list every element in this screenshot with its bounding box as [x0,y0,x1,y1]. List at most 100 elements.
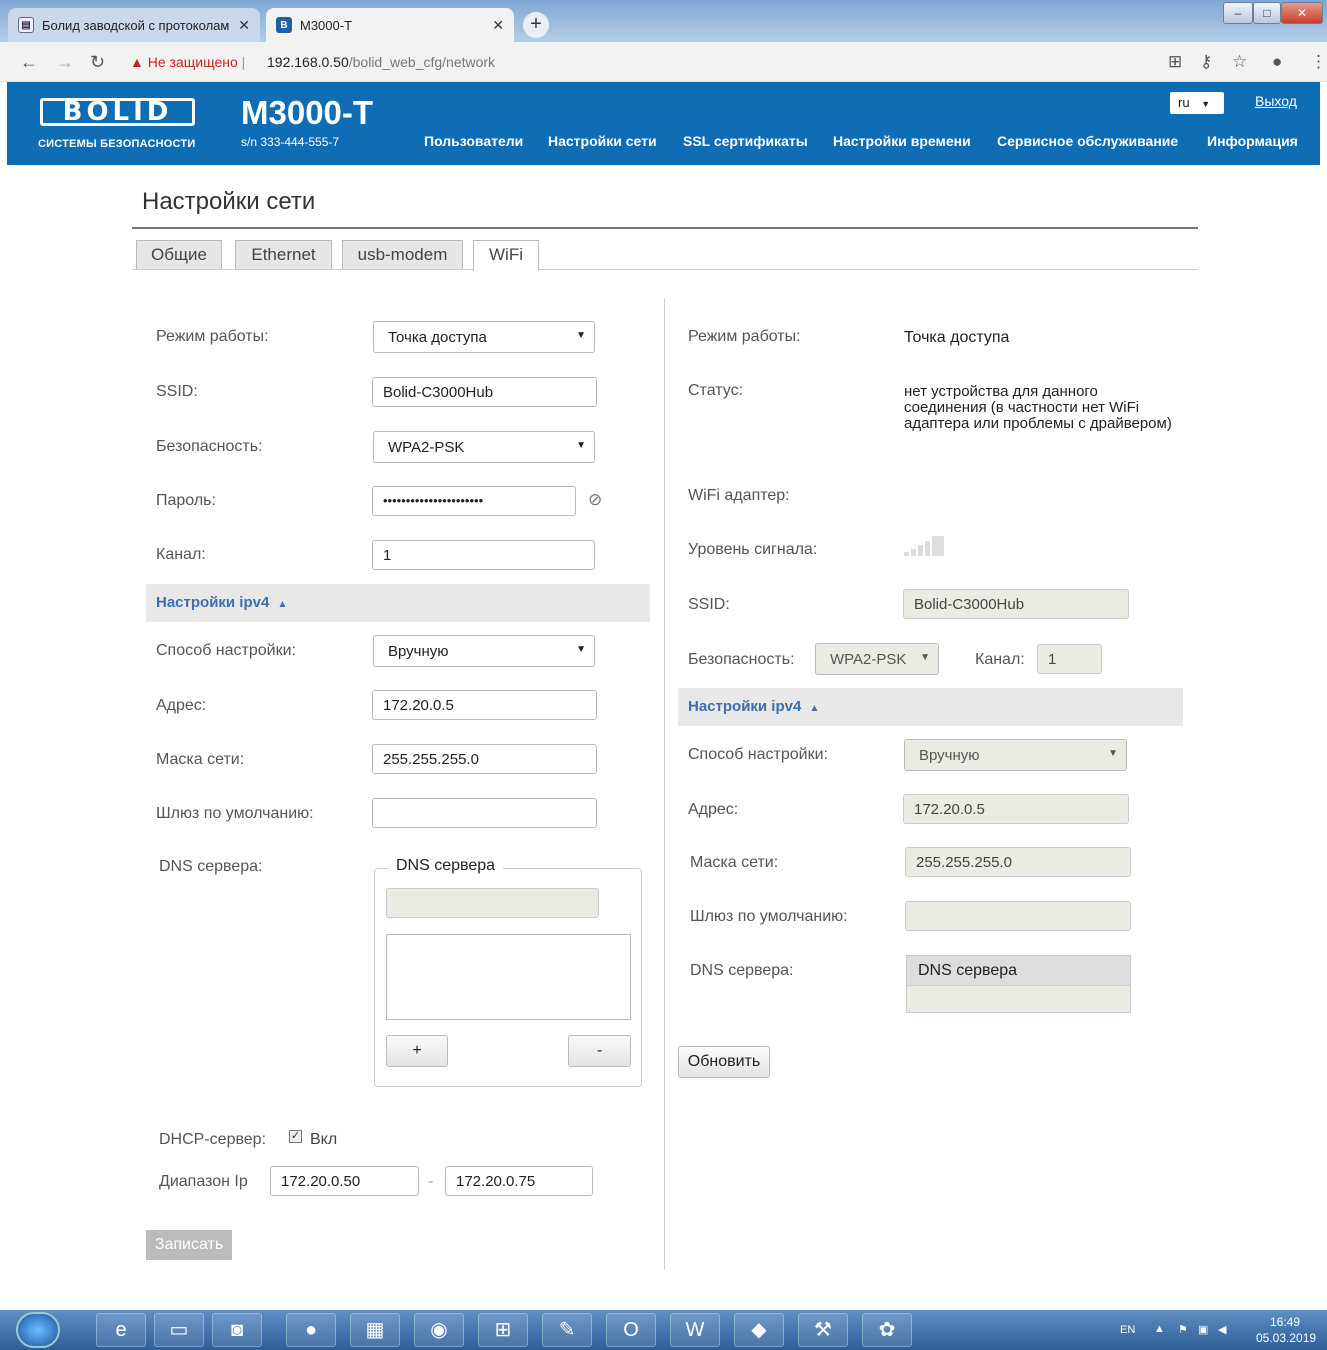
method-value: Вручную [388,643,449,660]
range-to-input[interactable]: 172.20.0.75 [445,1166,593,1196]
back-icon[interactable]: ← [20,52,38,73]
status-mask-label: Маска сети: [690,854,779,871]
bolid-logo[interactable]: BOLID [40,98,195,126]
network-tray-icon[interactable]: ▣ [1198,1323,1208,1336]
mask-label: Маска сети: [156,751,245,768]
mask-input[interactable]: 255.255.255.0 [372,744,597,774]
status-security-label: Безопасность: [688,651,795,668]
ie-icon[interactable]: e [96,1313,146,1347]
security-value: WPA2-PSK [388,439,465,456]
address-input[interactable]: 172.20.0.5 [372,690,597,720]
status-method-value: Вручную [919,747,980,764]
channel-label: Канал: [156,546,206,563]
dns-legend: DNS сервера [388,857,504,875]
clock-date[interactable]: 05.03.2019 [1256,1331,1316,1345]
start-button[interactable] [16,1312,60,1348]
firefox-icon[interactable]: ● [286,1313,336,1347]
password-label: Пароль: [156,492,216,509]
logo-tagline: СИСТЕМЫ БЕЗОПАСНОСТИ [38,138,196,150]
nav-ssl[interactable]: SSL сертификаты [683,133,808,149]
volume-icon[interactable]: ◀ [1218,1323,1226,1336]
flame-app-icon[interactable]: ◆ [734,1313,784,1347]
minimize-icon[interactable]: – [1223,2,1253,24]
tool-icon[interactable]: ⚒ [798,1313,848,1347]
warning-icon: ▲ [130,54,148,70]
outlook-icon[interactable]: O [606,1313,656,1347]
eye-hidden-icon[interactable]: ⊘ [588,490,602,510]
app-icon[interactable]: ✎ [542,1313,592,1347]
method-select[interactable]: Вручную ▼ [373,635,595,667]
nav-info[interactable]: Информация [1207,133,1298,149]
dns-add-button[interactable]: + [386,1035,448,1067]
network-icon[interactable]: ⊞ [478,1313,528,1347]
channel-input[interactable]: 1 [372,540,595,570]
close-window-icon[interactable]: ✕ [1281,2,1323,24]
status-mode-value: Точка доступа [904,329,1010,346]
url-input[interactable]: 192.168.0.50/bolid_web_cfg/network [267,54,495,70]
address-label: Адрес: [156,697,207,714]
mode-value: Точка доступа [388,329,487,346]
status-ipv4-section-header[interactable]: Настройки ipv4 ▲ [678,688,1183,726]
range-from-input[interactable]: 172.20.0.50 [270,1166,419,1196]
close-icon[interactable]: ✕ [238,17,250,34]
close-icon[interactable]: ✕ [492,17,504,34]
signal-label: Уровень сигнала: [688,541,818,558]
tab-ethernet[interactable]: Ethernet [235,240,332,270]
status-method-select: Вручную ▼ [904,739,1127,771]
nav-network[interactable]: Настройки сети [548,133,657,149]
explorer-icon[interactable]: ▭ [154,1313,204,1347]
status-address-label: Адрес: [688,801,739,818]
dns-new-input[interactable] [386,888,599,918]
star-icon[interactable]: ☆ [1232,52,1247,72]
paint-icon[interactable]: ✿ [862,1313,912,1347]
language-select[interactable]: ru ▼ [1170,92,1224,114]
tab-general[interactable]: Общие [136,240,222,270]
calculator-icon[interactable]: ▦ [350,1313,400,1347]
nav-time[interactable]: Настройки времени [833,133,971,149]
chevron-down-icon: ▼ [576,644,586,655]
chrome-icon[interactable]: ◉ [414,1313,464,1347]
url-path: /bolid_web_cfg/network [348,54,496,70]
account-icon[interactable]: ● [1272,52,1282,72]
ipv4-section-header[interactable]: Настройки ipv4 ▲ [146,584,650,622]
media-player-icon[interactable]: ◙ [212,1313,262,1347]
tab-title: M3000-T [300,17,353,33]
status-ssid-label: SSID: [688,596,730,613]
language-indicator[interactable]: EN [1120,1324,1135,1336]
insecure-warning[interactable]: ▲ Не защищено | [130,54,245,70]
gateway-input[interactable] [372,798,597,828]
chevron-up-icon: ▲ [277,599,288,610]
new-tab-button[interactable]: + [523,12,549,38]
tray-expand-icon[interactable]: ▲ [1154,1323,1165,1335]
clock-time[interactable]: 16:49 [1270,1315,1300,1329]
dns-remove-button[interactable]: - [568,1035,631,1067]
word-icon[interactable]: W [670,1313,720,1347]
tab-wifi[interactable]: WiFi [473,240,539,271]
browser-tab-active[interactable]: B M3000-T ✕ [266,8,514,42]
maximize-icon[interactable]: □ [1253,2,1281,24]
device-name: M3000-T [241,94,374,131]
reload-icon[interactable]: ↻ [90,52,105,73]
url-host: 192.168.0.50 [267,54,349,70]
mode-label: Режим работы: [156,328,269,345]
security-select[interactable]: WPA2-PSK ▼ [373,431,595,463]
forward-icon[interactable]: → [56,52,74,73]
write-button[interactable]: Записать [146,1230,232,1260]
flag-icon[interactable]: ⚑ [1178,1323,1188,1336]
nav-users[interactable]: Пользователи [424,133,523,149]
menu-icon[interactable]: ⋮ [1310,52,1327,72]
key-icon[interactable]: ⚷ [1200,52,1212,72]
refresh-button[interactable]: Обновить [678,1046,770,1078]
translate-icon[interactable]: ⊞ [1168,52,1182,72]
password-input[interactable]: •••••••••••••••••••••• [372,486,576,516]
dns-list[interactable] [386,934,631,1020]
status-dns-label: DNS сервера: [690,962,794,979]
ipv4-section-title: Настройки ipv4 [156,594,270,611]
nav-service[interactable]: Сервисное обслуживание [997,133,1178,149]
tab-usb-modem[interactable]: usb-modem [342,240,463,270]
mode-select[interactable]: Точка доступа ▼ [373,321,595,353]
logout-link[interactable]: Выход [1255,93,1297,109]
dhcp-checkbox[interactable]: ✓ [289,1130,302,1143]
browser-tab-inactive[interactable]: ▤ Болид заводской с протоколам ✕ [8,8,260,42]
ssid-input[interactable]: Bolid-C3000Hub [372,377,597,407]
